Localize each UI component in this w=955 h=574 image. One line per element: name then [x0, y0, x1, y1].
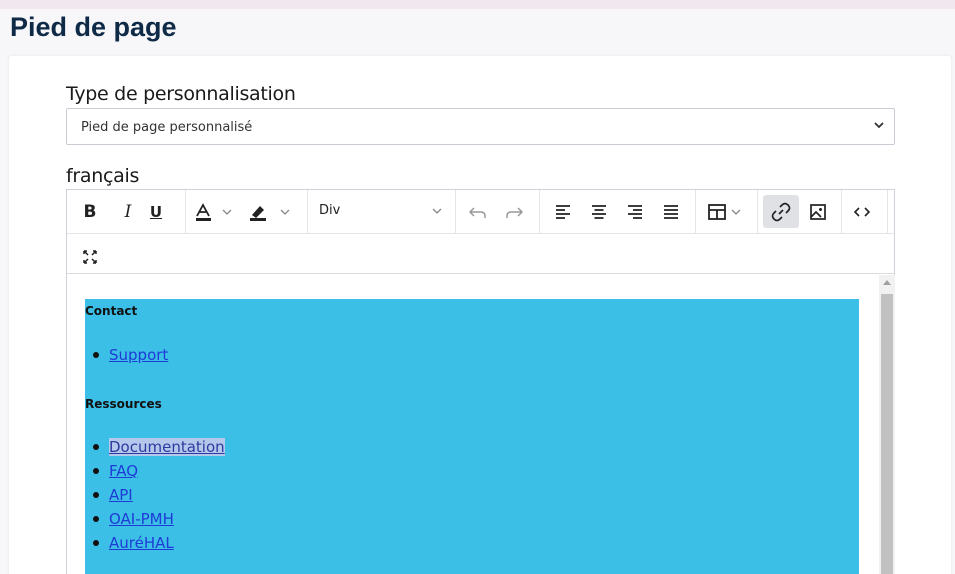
- editor-toolbar: B I U Div: [67, 190, 894, 274]
- bold-button[interactable]: B: [75, 195, 105, 228]
- customization-type-select[interactable]: Pied de page personnalisé: [66, 108, 895, 145]
- scroll-up-icon[interactable]: [883, 280, 891, 285]
- list-item: OAI-PMH: [93, 510, 174, 528]
- table-button[interactable]: [703, 195, 751, 228]
- redo-icon: [506, 206, 524, 218]
- link-icon: [771, 202, 791, 221]
- italic-button[interactable]: I: [113, 195, 143, 228]
- align-right-icon: [628, 204, 642, 219]
- toolbar-separator: [695, 190, 696, 234]
- customization-type-value: Pied de page personnalisé: [81, 120, 253, 135]
- undo-button[interactable]: [463, 195, 493, 228]
- language-label: français: [66, 165, 140, 187]
- list-item: Support: [93, 346, 168, 364]
- chevron-down-icon: [431, 206, 443, 216]
- toolbar-separator: [757, 190, 758, 234]
- editor-content[interactable]: Contact Support Ressources Documentation…: [67, 275, 879, 574]
- bullet: [93, 352, 99, 358]
- fullscreen-icon: [83, 249, 97, 264]
- highlight-color-button[interactable]: [247, 195, 303, 228]
- align-center-button[interactable]: [585, 195, 613, 228]
- editor-scrollbar[interactable]: [879, 275, 895, 574]
- align-left-button[interactable]: [549, 195, 577, 228]
- bold-label: B: [83, 201, 97, 222]
- list-item: FAQ: [93, 462, 138, 480]
- bullet: [93, 444, 99, 450]
- link-button[interactable]: [763, 195, 799, 228]
- bullet: [93, 468, 99, 474]
- highlight-icon: [250, 205, 290, 221]
- rich-text-editor: B I U Div Contact Support Ressources Doc…: [66, 189, 895, 574]
- chevron-down-icon: [872, 118, 886, 132]
- bullet: [93, 540, 99, 546]
- link-aurehal[interactable]: AuréHAL: [109, 534, 174, 552]
- link-faq[interactable]: FAQ: [109, 462, 138, 480]
- image-button[interactable]: [803, 195, 833, 228]
- align-right-button[interactable]: [621, 195, 649, 228]
- section-title-ressources: Ressources: [85, 397, 162, 411]
- page-title: Pied de page: [10, 12, 177, 42]
- link-oai-pmh[interactable]: OAI-PMH: [109, 510, 174, 528]
- scroll-thumb[interactable]: [881, 294, 893, 574]
- customization-type-label: Type de personnalisation: [66, 83, 296, 105]
- justify-icon: [664, 204, 678, 219]
- link-documentation[interactable]: Documentation: [109, 438, 225, 456]
- link-api[interactable]: API: [109, 486, 133, 504]
- list-item: AuréHAL: [93, 534, 174, 552]
- fullscreen-button[interactable]: [75, 240, 105, 273]
- underline-label: U: [149, 202, 163, 221]
- source-code-button[interactable]: [847, 195, 877, 228]
- text-color-icon: [196, 202, 232, 221]
- table-icon: [708, 203, 741, 220]
- footer-block: Contact Support Ressources Documentation…: [85, 299, 859, 574]
- undo-icon: [468, 206, 486, 218]
- toolbar-separator: [841, 190, 842, 234]
- section-title-contact: Contact: [85, 304, 138, 318]
- align-left-icon: [556, 204, 570, 219]
- toolbar-separator: [455, 190, 456, 234]
- bullet: [93, 492, 99, 498]
- toolbar-row-1: B I U Div: [67, 190, 894, 234]
- toolbar-separator: [539, 190, 540, 234]
- bullet: [93, 516, 99, 522]
- image-icon: [810, 203, 826, 220]
- toolbar-separator: [307, 190, 308, 234]
- code-icon: [854, 206, 870, 217]
- list-item: API: [93, 486, 133, 504]
- toolbar-separator: [887, 190, 888, 234]
- underline-button[interactable]: U: [141, 195, 171, 228]
- top-bar: [0, 0, 955, 9]
- toolbar-separator: [185, 190, 186, 234]
- list-item: Documentation: [93, 438, 225, 456]
- align-center-icon: [592, 204, 606, 219]
- link-support[interactable]: Support: [109, 346, 168, 364]
- text-color-button[interactable]: [193, 195, 245, 228]
- redo-button[interactable]: [499, 195, 529, 228]
- block-format-value: Div: [319, 203, 341, 218]
- justify-button[interactable]: [657, 195, 685, 228]
- italic-label: I: [124, 201, 132, 222]
